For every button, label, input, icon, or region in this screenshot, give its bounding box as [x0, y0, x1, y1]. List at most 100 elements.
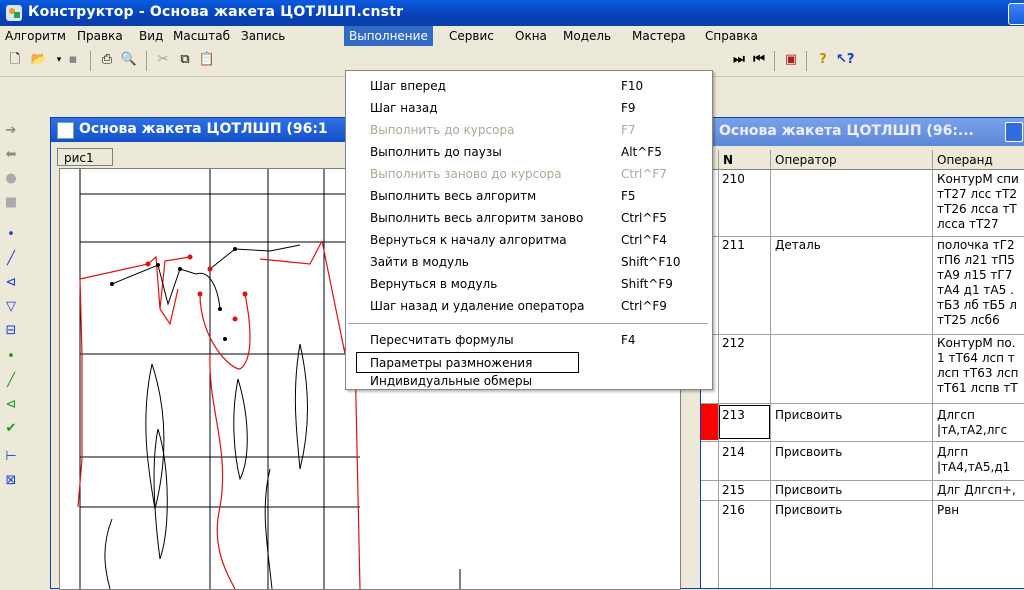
menu-item-rerun-all[interactable]: Выполнить весь алгоритм заново Ctrl^F5 [346, 207, 712, 228]
row-214-operand-2[interactable]: |тА4,тА5,д1 [937, 460, 1010, 475]
menu-item-rerun-to-cursor: Выполнить заново до курсора Ctrl^F7 [370, 167, 667, 181]
open-folder-icon[interactable]: 📂 [30, 51, 48, 69]
check-icon[interactable]: ✔ [3, 421, 19, 437]
menu-algorithm[interactable]: Алгоритм [0, 26, 71, 46]
module-icon[interactable]: ▣ [782, 51, 800, 69]
cut-icon[interactable]: ✂ [154, 51, 172, 69]
row-212-operand-1[interactable]: КонтурМ по. [937, 336, 1016, 351]
step-forward-icon[interactable]: ⏭ [730, 51, 748, 69]
circle-icon[interactable]: ● [3, 171, 19, 187]
point-icon[interactable]: • [3, 227, 19, 243]
row-210-operand-1[interactable]: КонтурМ спи [937, 172, 1019, 187]
paste-icon[interactable]: 📋 [198, 51, 216, 69]
menu-windows[interactable]: Окна [510, 26, 552, 46]
cross-dimension-icon[interactable]: ⊠ [3, 473, 19, 489]
row-216-operator[interactable]: Присвоить [775, 503, 842, 518]
row-210-operand-2[interactable]: тТ27 лсс тТ2 [937, 187, 1017, 202]
menu-item-run-to-cursor: Выполнить до курсора F7 [370, 123, 636, 137]
row-216-operand-1[interactable]: Рвн [937, 503, 959, 518]
print-icon[interactable]: ⎙ [98, 51, 116, 69]
row-213-operand-1[interactable]: Длгсп [937, 408, 975, 423]
algorithm-window: Основа жакета ЦОТЛШП (96:... N Оператор … [700, 117, 1024, 589]
row-215-n[interactable]: 215 [722, 483, 745, 498]
row-211-operand-2[interactable]: тП6 л21 тП5 [937, 253, 1015, 268]
new-file-icon[interactable]: 🗋 [6, 51, 24, 69]
algorithm-window-titlebar: Основа жакета ЦОТЛШП (96:... [701, 118, 1024, 146]
menu-edit[interactable]: Правка [72, 26, 128, 46]
algorithm-window-title: Основа жакета ЦОТЛШП (96:... [719, 123, 974, 139]
window-control-button[interactable] [1008, 3, 1024, 25]
row-211-n[interactable]: 211 [722, 238, 745, 253]
row-212-n[interactable]: 212 [722, 336, 745, 351]
menu-item-run-all[interactable]: Выполнить весь алгоритм F5 [346, 185, 712, 206]
square-icon[interactable]: ■ [3, 195, 19, 211]
row-214-operand-1[interactable]: Длгп [937, 445, 968, 460]
menu-view[interactable]: Вид [134, 26, 168, 46]
column-header-operator[interactable]: Оператор [771, 150, 933, 170]
menu-item-step-back-delete[interactable]: Шаг назад и удаление оператора Ctrl^F9 [346, 295, 712, 316]
drawing-window-title: Основа жакета ЦОТЛШП (96:1 [79, 121, 328, 137]
menu-item-enter-module[interactable]: Зайти в модуль Shift^F10 [346, 251, 712, 272]
column-header-operand[interactable]: Операнд [933, 150, 1024, 170]
step-back-icon[interactable]: ⏮ [750, 51, 768, 69]
save-icon[interactable]: ▪ [64, 51, 82, 69]
row-211-operand-4[interactable]: тА4 д1 тА5 . [937, 283, 1014, 298]
row-215-operand-1[interactable]: Длг Длгсп+, [937, 483, 1016, 498]
trapezoid-icon[interactable]: ▽ [3, 299, 19, 315]
angle-icon[interactable]: ⊲ [3, 275, 19, 291]
menu-scale[interactable]: Масштаб [168, 26, 235, 46]
row-210-operand-4[interactable]: лсса тТ27 [937, 217, 999, 232]
row-211-operator[interactable]: Деталь [775, 238, 821, 253]
row-210-operand-3[interactable]: тТ26 лсса тТ [937, 202, 1017, 217]
menu-item-run-to-pause[interactable]: Выполнить до паузы Alt^F5 [346, 141, 712, 162]
column-header-n[interactable]: N [719, 150, 771, 170]
green-angle-icon[interactable]: ⊲ [3, 397, 19, 413]
tab-ris1[interactable]: рис1 [57, 148, 113, 166]
row-212-operand-3[interactable]: лсп тТ63 лсп [937, 366, 1018, 381]
row-210-n[interactable]: 210 [722, 172, 745, 187]
row-213-operator[interactable]: Присвоить [775, 408, 842, 423]
row-213-operand-2[interactable]: |тА,тА2,лгс [937, 423, 1007, 438]
menu-help[interactable]: Справка [700, 26, 763, 46]
menu-item-recalculate[interactable]: Пересчитать формулы F4 [346, 329, 712, 350]
arrow-right-icon[interactable]: ➔ [3, 123, 19, 139]
context-help-icon[interactable]: ↖? [836, 51, 854, 69]
menu-item-return-to-module[interactable]: Вернуться в модуль Shift^F9 [346, 273, 712, 294]
green-line-icon[interactable]: ╱ [3, 373, 19, 389]
row-214-n[interactable]: 214 [722, 445, 745, 460]
row-211-operand-3[interactable]: тА9 л15 тГ7 [937, 268, 1012, 283]
execution-menu-dropdown: Шаг вперед F10 Шаг назад F9 Выполнить до к… [345, 70, 713, 390]
menu-item-return-to-start[interactable]: Вернуться к началу алгоритма Ctrl^F4 [346, 229, 712, 250]
row-213-n[interactable]: 213 [722, 408, 745, 423]
green-point-icon[interactable]: • [3, 349, 19, 365]
menu-execution[interactable]: Выполнение [344, 26, 433, 46]
menu-wizards[interactable]: Мастера [627, 26, 691, 46]
print-preview-icon[interactable]: 🔍 [120, 51, 138, 69]
menu-record[interactable]: Запись [236, 26, 290, 46]
stack-icon[interactable]: ⊟ [3, 323, 19, 339]
menu-item-step-forward[interactable]: Шаг вперед F10 [346, 75, 712, 96]
menu-model[interactable]: Модель [558, 26, 616, 46]
row-215-operator[interactable]: Присвоить [775, 483, 842, 498]
menu-bar: Алгоритм Правка Вид Масштаб Запись Выпол… [0, 26, 1024, 46]
menu-item-individual-measurements[interactable]: Индивидуальные обмеры [346, 374, 712, 389]
menu-service[interactable]: Сервис [444, 26, 499, 46]
help-icon[interactable]: ? [814, 51, 832, 69]
row-211-operand-6[interactable]: тТ25 лсб6 [937, 313, 1000, 328]
row-216-n[interactable]: 216 [722, 503, 745, 518]
row-212-operand-2[interactable]: 1 тТ64 лсп т [937, 351, 1015, 366]
row-211-operand-5[interactable]: тБ3 лб тБ5 л [937, 298, 1017, 313]
row-212-operand-4[interactable]: тТ61 лспв тТ [937, 381, 1018, 396]
row-214-operator[interactable]: Присвоить [775, 445, 842, 460]
app-icon [6, 5, 22, 21]
arrow-left-icon[interactable]: ⬅ [3, 147, 19, 163]
menu-item-step-back[interactable]: Шаг назад F9 [346, 97, 712, 118]
window-icon [57, 122, 74, 139]
row-211-operand-1[interactable]: полочка тГ2 [937, 238, 1015, 253]
copy-icon[interactable]: ⧉ [176, 51, 194, 69]
dimension-icon[interactable]: ⊢ [3, 449, 19, 465]
menu-item-grading-parameters[interactable]: Параметры размножения [346, 352, 712, 373]
window-title: Конструктор - Основа жакета ЦОТЛШП.cnstr [28, 4, 404, 20]
minimize-button[interactable] [1005, 122, 1023, 142]
line-icon[interactable]: ╱ [3, 251, 19, 267]
